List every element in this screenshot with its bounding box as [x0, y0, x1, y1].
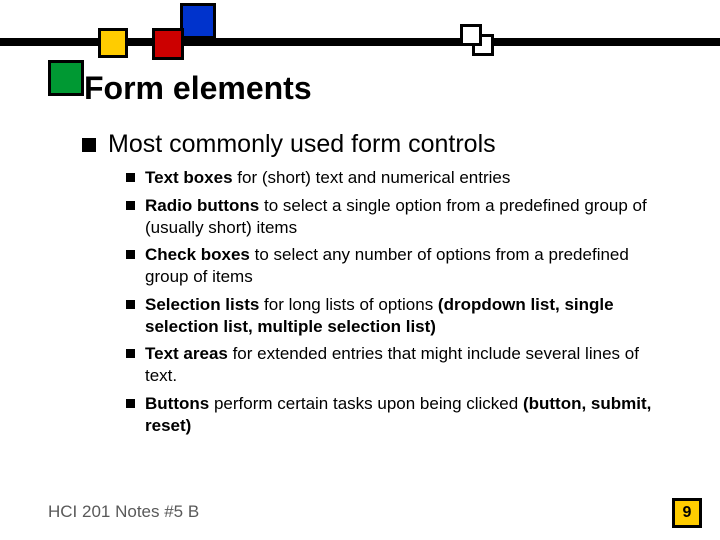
bullet-icon [126, 201, 135, 210]
sub-bullet-list: Text boxes for (short) text and numerica… [126, 167, 672, 436]
list-item: Selection lists for long lists of option… [126, 294, 672, 338]
square-yellow [98, 28, 128, 58]
list-item: Text boxes for (short) text and numerica… [126, 167, 672, 189]
list-item: Text areas for extended entries that mig… [126, 343, 672, 387]
bullet-icon [126, 399, 135, 408]
bullet-icon [126, 300, 135, 309]
footer-text: HCI 201 Notes #5 B [48, 502, 199, 522]
square-blue [180, 3, 216, 39]
square-white-front [460, 24, 482, 46]
list-item: Radio buttons to select a single option … [126, 195, 672, 239]
bullet-level1: Most commonly used form controls [82, 130, 672, 159]
list-item-text: Check boxes to select any number of opti… [145, 244, 672, 288]
bullet-icon [82, 138, 96, 152]
list-item-text: Text areas for extended entries that mig… [145, 343, 672, 387]
list-item: Check boxes to select any number of opti… [126, 244, 672, 288]
content-area: Most commonly used form controls Text bo… [82, 130, 672, 442]
list-item-text: Radio buttons to select a single option … [145, 195, 672, 239]
bullet-icon [126, 173, 135, 182]
square-green [48, 60, 84, 96]
bullet-icon [126, 250, 135, 259]
list-item-text: Text boxes for (short) text and numerica… [145, 167, 510, 189]
list-item-text: Selection lists for long lists of option… [145, 294, 672, 338]
slide-title: Form elements [84, 70, 312, 107]
square-red [152, 28, 184, 60]
bullet-icon [126, 349, 135, 358]
page-number: 9 [672, 498, 702, 528]
list-item: Buttons perform certain tasks upon being… [126, 393, 672, 437]
bullet-text: Most commonly used form controls [108, 130, 496, 159]
list-item-text: Buttons perform certain tasks upon being… [145, 393, 672, 437]
